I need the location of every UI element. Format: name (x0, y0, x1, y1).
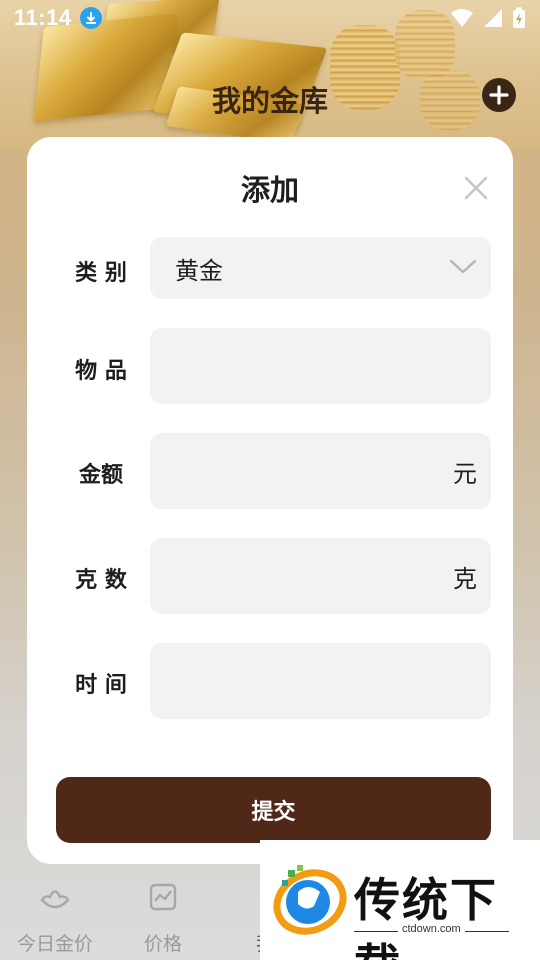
item-label: 物 品 (75, 359, 127, 384)
status-bar: 11:14 (0, 0, 540, 36)
amount-input[interactable] (175, 458, 453, 484)
grams-field[interactable]: 克 (150, 538, 491, 614)
signal-icon (484, 9, 502, 27)
item-field[interactable] (150, 328, 491, 404)
nav-item-today-price[interactable]: 今日金价 (0, 870, 110, 956)
add-dialog: 添加 类 别 黄金 物 品 金额 元 克 数 克 时 间 提交 (27, 137, 513, 864)
page-title: 我的金库 (211, 84, 328, 118)
category-select[interactable]: 黄金 (150, 237, 491, 299)
time-field[interactable] (150, 643, 491, 719)
watermark: 传统下载 ctdown.com (260, 840, 540, 960)
nav-item-price[interactable]: 价格 (108, 870, 218, 956)
nav-label: 价格 (143, 933, 182, 955)
grams-label: 克 数 (75, 568, 127, 593)
amount-field[interactable]: 元 (150, 433, 491, 509)
add-button[interactable] (482, 78, 516, 112)
chart-icon (149, 883, 177, 911)
status-time: 11:14 (14, 5, 72, 30)
download-icon (79, 7, 102, 29)
watermark-text: 传统下载 (354, 873, 498, 960)
submit-button[interactable]: 提交 (56, 777, 491, 843)
grams-input[interactable] (175, 563, 453, 589)
wifi-icon (451, 9, 473, 27)
dialog-title: 添加 (240, 173, 299, 207)
category-label: 类 别 (75, 261, 127, 286)
category-value: 黄金 (175, 256, 223, 285)
watermark-logo-icon (273, 865, 347, 935)
watermark-url: ctdown.com (398, 923, 465, 935)
amount-label: 金额 (78, 463, 123, 488)
grams-unit: 克 (453, 564, 477, 593)
ingot-icon (40, 890, 70, 909)
battery-charging-icon (513, 7, 525, 28)
plus-circle-icon (489, 85, 509, 105)
status-icons (450, 7, 526, 29)
close-button[interactable] (461, 173, 491, 203)
amount-unit: 元 (453, 459, 477, 488)
chevron-down-icon (449, 254, 477, 282)
nav-label: 今日金价 (16, 933, 93, 955)
time-input[interactable] (175, 668, 477, 694)
time-label: 时 间 (75, 673, 127, 698)
item-input[interactable] (175, 353, 477, 379)
close-icon (464, 176, 488, 200)
